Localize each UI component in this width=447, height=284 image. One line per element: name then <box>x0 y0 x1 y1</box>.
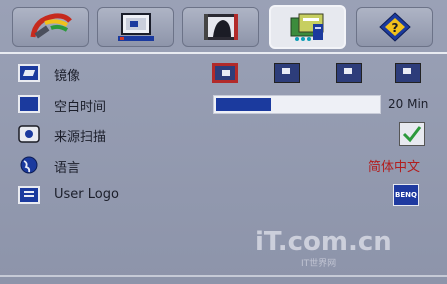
setup-folder-icon <box>290 13 323 41</box>
watermark-subtext: IT世界网 <box>301 257 336 268</box>
source-scan-label: 来源扫描 <box>54 130 107 145</box>
source-scan-checkbox[interactable] <box>399 122 425 146</box>
menu-row-mirror[interactable]: 镜像 <box>0 61 447 87</box>
mirror-option-front-table[interactable] <box>212 63 238 83</box>
checkmark-icon <box>402 126 422 143</box>
mirror-option-rear-ceiling[interactable] <box>395 63 421 83</box>
source-scan-icon <box>18 125 40 143</box>
mirror-icon <box>18 64 40 82</box>
divider <box>0 52 447 54</box>
blank-time-value: 20 Min <box>388 97 429 111</box>
benq-logo-icon[interactable]: BENQ <box>393 184 419 206</box>
logo-icon <box>18 186 40 204</box>
monitor-icon <box>117 13 154 41</box>
mirror-option-front-ceiling[interactable] <box>336 63 362 83</box>
tab-image[interactable] <box>182 7 259 47</box>
blank-time-slider-fill <box>216 98 272 111</box>
osd-menu: ? 镜像 空白时间 20 Min 来源扫描 语言 简体中文 User Logo … <box>0 0 447 284</box>
user-logo-label: User Logo <box>54 187 119 202</box>
tab-bar: ? <box>0 0 447 52</box>
tab-information[interactable]: ? <box>356 7 433 47</box>
film-image-icon <box>203 14 238 40</box>
svg-text:?: ? <box>391 21 398 35</box>
language-label: 语言 <box>54 161 81 176</box>
watermark-text: iT.com.cn <box>255 227 392 257</box>
menu-row-user-logo[interactable]: User Logo BENQ <box>0 183 447 209</box>
mirror-label: 镜像 <box>54 69 81 84</box>
help-diamond-icon: ? <box>378 12 411 42</box>
tab-display[interactable] <box>97 7 174 47</box>
menu-row-source-scan[interactable]: 来源扫描 <box>0 122 447 148</box>
mirror-option-rear-table[interactable] <box>274 63 300 83</box>
globe-icon <box>20 156 38 174</box>
blank-screen-icon <box>18 95 40 113</box>
language-value[interactable]: 简体中文 <box>368 156 420 175</box>
menu-row-blank-time[interactable]: 空白时间 20 Min <box>0 92 447 118</box>
tab-setup[interactable] <box>269 5 346 49</box>
menu-row-language[interactable]: 语言 简体中文 <box>0 153 447 179</box>
bottom-divider <box>0 275 447 277</box>
tab-picture[interactable] <box>12 7 89 47</box>
blank-time-label: 空白时间 <box>54 100 107 115</box>
watermark: iT.com.cn IT世界网 <box>255 227 392 268</box>
blank-time-slider[interactable] <box>213 95 381 114</box>
palette-brush-icon <box>30 13 72 39</box>
